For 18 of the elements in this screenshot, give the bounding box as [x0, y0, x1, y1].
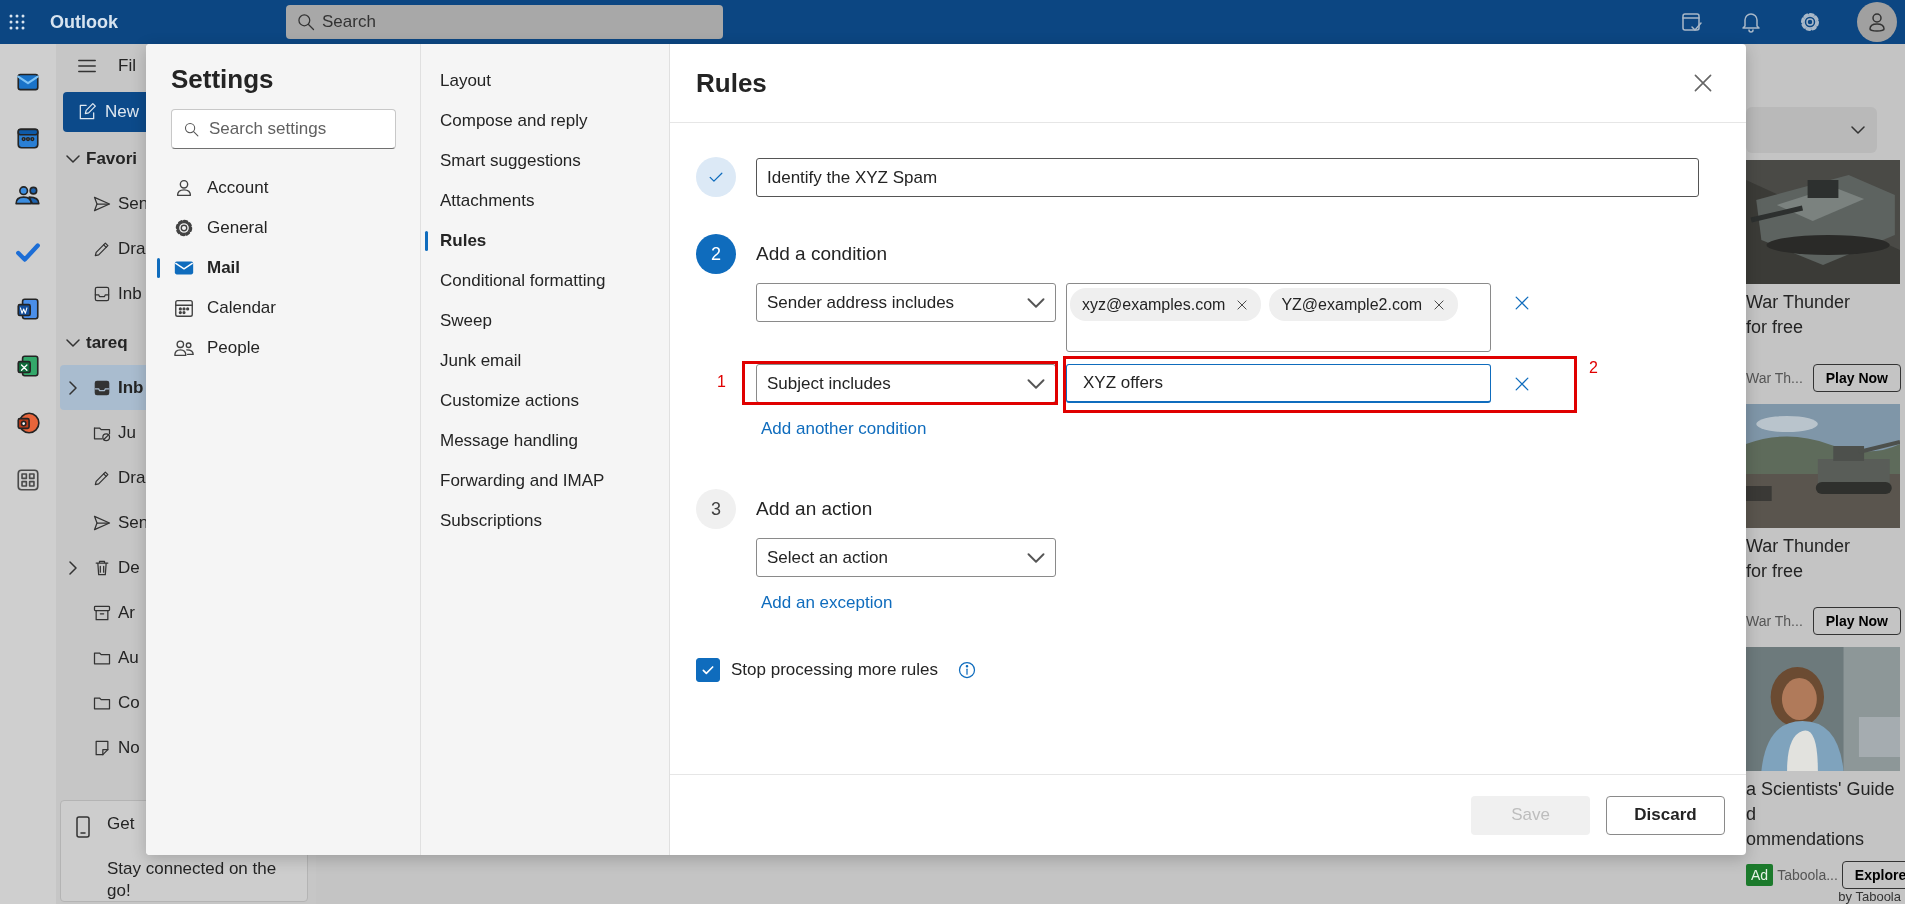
promo-text: Get	[107, 813, 136, 835]
annotation-number: 1	[717, 373, 726, 391]
checkbox-label: Stop processing more rules	[731, 660, 938, 680]
ad-badge: Ad	[1746, 864, 1774, 886]
annotation-number: 2	[1589, 359, 1598, 377]
step-title: Add an action	[756, 497, 873, 521]
ad-source: War Th...	[1746, 369, 1803, 386]
promo-text: Stay connected on the	[107, 858, 277, 880]
step-indicator: 2	[696, 234, 736, 274]
promo-text: go!	[107, 880, 132, 902]
panel-title: Rules	[696, 67, 768, 99]
ad-source: War Th...	[1746, 613, 1803, 630]
dialog-title: Settings	[171, 64, 275, 94]
step-title: Add a condition	[756, 242, 887, 266]
step-indicator: 3	[696, 489, 736, 529]
app-title: Outlook	[50, 11, 118, 33]
ad-source: Taboola...	[1777, 867, 1838, 883]
attribution-text: by Taboola	[1837, 889, 1901, 904]
